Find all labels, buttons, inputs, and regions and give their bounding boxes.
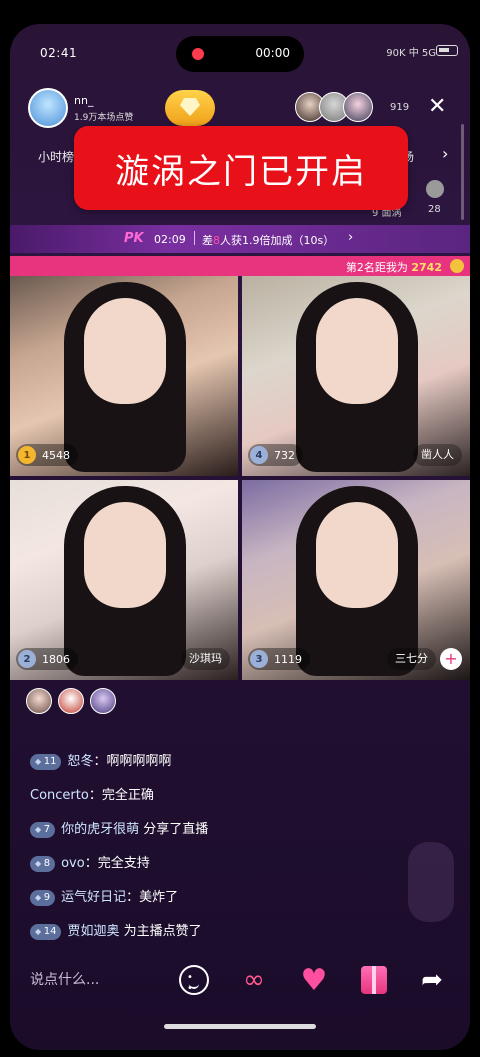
rank-badge: 1 <box>18 446 36 464</box>
rank-avatar <box>426 180 444 198</box>
signal-text: 90K 中 5G <box>386 48 436 59</box>
recording-dot-icon <box>192 48 204 60</box>
score-pill: 1 4548 <box>16 444 78 466</box>
host-name: nn_ <box>74 93 94 107</box>
recording-time: 00:00 <box>255 46 290 60</box>
vortex-toast: 漩涡之门已开启 <box>74 126 408 210</box>
video-tile[interactable]: 4 732 凿人人 <box>242 276 470 476</box>
smile-icon[interactable] <box>176 962 212 998</box>
chevron-right-icon[interactable]: › <box>442 144 448 163</box>
audience-avatar[interactable] <box>58 688 84 714</box>
chat-text: 完全支持 <box>97 856 150 871</box>
chat-user[interactable]: ovo <box>61 856 85 871</box>
chat-text: 啊啊啊啊啊 <box>106 754 172 769</box>
pk-bar[interactable]: PK 02:09 差8人获1.9倍加成（10s） › <box>10 225 470 253</box>
host-info[interactable]: nn_ 1.9万本场点赞 <box>28 88 133 128</box>
rank-badge: 2 <box>18 650 36 668</box>
video-tile[interactable]: 1 4548 <box>10 276 238 476</box>
score-pill: 3 1119 <box>248 648 310 670</box>
score-pill: 4 732 <box>248 444 303 466</box>
streamer-face <box>316 298 398 404</box>
comment-input[interactable]: 说点什么... <box>30 960 160 1000</box>
rank-gap-value: 2742 <box>411 261 442 274</box>
score-pill: 2 1806 <box>16 648 78 670</box>
video-tile[interactable]: 3 1119 三七分 + <box>242 480 470 680</box>
dynamic-island: 00:00 <box>176 36 304 72</box>
status-bar: 02:41 00:00 90K 中 5G <box>10 24 470 82</box>
level-badge: 7 <box>30 822 56 838</box>
rank-badge: 3 <box>250 650 268 668</box>
audience-avatar[interactable] <box>90 688 116 714</box>
level-badge: 9 <box>30 890 56 906</box>
link-icon[interactable]: ∞ <box>236 962 272 998</box>
streamer-name[interactable]: 三七分 <box>387 648 436 670</box>
chat-user[interactable]: 贾如迦奥 <box>67 924 119 939</box>
chat-message[interactable]: 11恕冬：啊啊啊啊啊 <box>30 750 171 770</box>
pk-logo: PK <box>124 231 144 246</box>
chat-message[interactable]: 7 你的虎牙很萌 分享了直播 <box>30 818 208 838</box>
chat-user[interactable]: 运气好日记 <box>61 890 126 905</box>
hourly-rank-label[interactable]: 小时榜 <box>38 148 74 165</box>
chat-user[interactable]: Concerto <box>30 788 89 803</box>
video-grid: 1 4548 4 732 凿人人 2 1806 沙琪玛 3 1119 三七分 + <box>10 276 470 680</box>
level-badge: 11 <box>30 754 62 770</box>
battery-icon <box>436 45 458 56</box>
heart-icon[interactable]: ♥ <box>296 962 332 998</box>
level-badge: 8 <box>30 856 56 872</box>
level-badge: 14 <box>30 924 62 940</box>
streamer-face <box>84 298 166 404</box>
streamer-name[interactable]: 凿人人 <box>413 444 462 466</box>
video-tile[interactable]: 2 1806 沙琪玛 <box>10 480 238 680</box>
rank-gap-bar: 第2名距我为 2742 <box>10 256 470 276</box>
score-value: 1119 <box>274 652 302 666</box>
chat-message[interactable]: Concerto：完全正确 <box>30 784 154 803</box>
rank-number: 28 <box>428 204 441 215</box>
chat-text: 为主播点赞了 <box>123 924 202 939</box>
chat-user[interactable]: 恕冬 <box>67 754 93 769</box>
score-value: 732 <box>274 448 295 462</box>
follow-plus-icon[interactable]: + <box>440 648 462 670</box>
pk-highlight: 8 <box>213 234 220 247</box>
streamer-name[interactable]: 沙琪玛 <box>181 648 230 670</box>
scroll-indicator <box>461 124 464 220</box>
viewer-count[interactable]: 919 <box>390 102 409 113</box>
pk-message: 差8人获1.9倍加成（10s） <box>202 234 335 247</box>
rank-badge: 4 <box>250 446 268 464</box>
viewer-avatars[interactable] <box>295 92 373 122</box>
score-value: 4548 <box>42 448 70 462</box>
fan-badge-icon[interactable] <box>165 90 215 126</box>
audience-avatars[interactable] <box>26 688 122 714</box>
viewer-avatar[interactable] <box>343 92 373 122</box>
audience-avatar[interactable] <box>26 688 52 714</box>
close-icon[interactable]: ✕ <box>428 96 446 118</box>
chat-text: 完全正确 <box>101 788 154 803</box>
chat-text: 美炸了 <box>139 890 179 905</box>
streamer-face <box>84 502 166 608</box>
coin-icon <box>450 259 464 273</box>
chat-message[interactable]: 14 贾如迦奥 为主播点赞了 <box>30 920 202 940</box>
home-indicator[interactable] <box>164 1024 316 1029</box>
host-avatar[interactable] <box>28 88 68 128</box>
chat-user[interactable]: 你的虎牙很萌 <box>61 822 139 837</box>
effect-ghost <box>408 842 454 922</box>
chat-message[interactable]: 8ovo：完全支持 <box>30 852 150 872</box>
pk-divider <box>194 231 195 245</box>
chevron-right-icon[interactable]: › <box>348 230 353 245</box>
pk-timer: 02:09 <box>154 233 186 246</box>
status-time: 02:41 <box>40 46 78 60</box>
streamer-face <box>316 502 398 608</box>
phone-screen: 02:41 00:00 90K 中 5G nn_ 1.9万本场点赞 919 ✕ … <box>10 24 470 1050</box>
share-icon[interactable]: ➦ <box>414 962 450 998</box>
chat-message[interactable]: 9运气好日记：美炸了 <box>30 886 178 906</box>
rank-gap-text: 第2名距我为 2742 <box>345 261 442 274</box>
score-value: 1806 <box>42 652 70 666</box>
host-likes: 1.9万本场点赞 <box>74 112 134 123</box>
gift-icon[interactable] <box>356 962 392 998</box>
chat-text: 分享了直播 <box>143 822 209 837</box>
